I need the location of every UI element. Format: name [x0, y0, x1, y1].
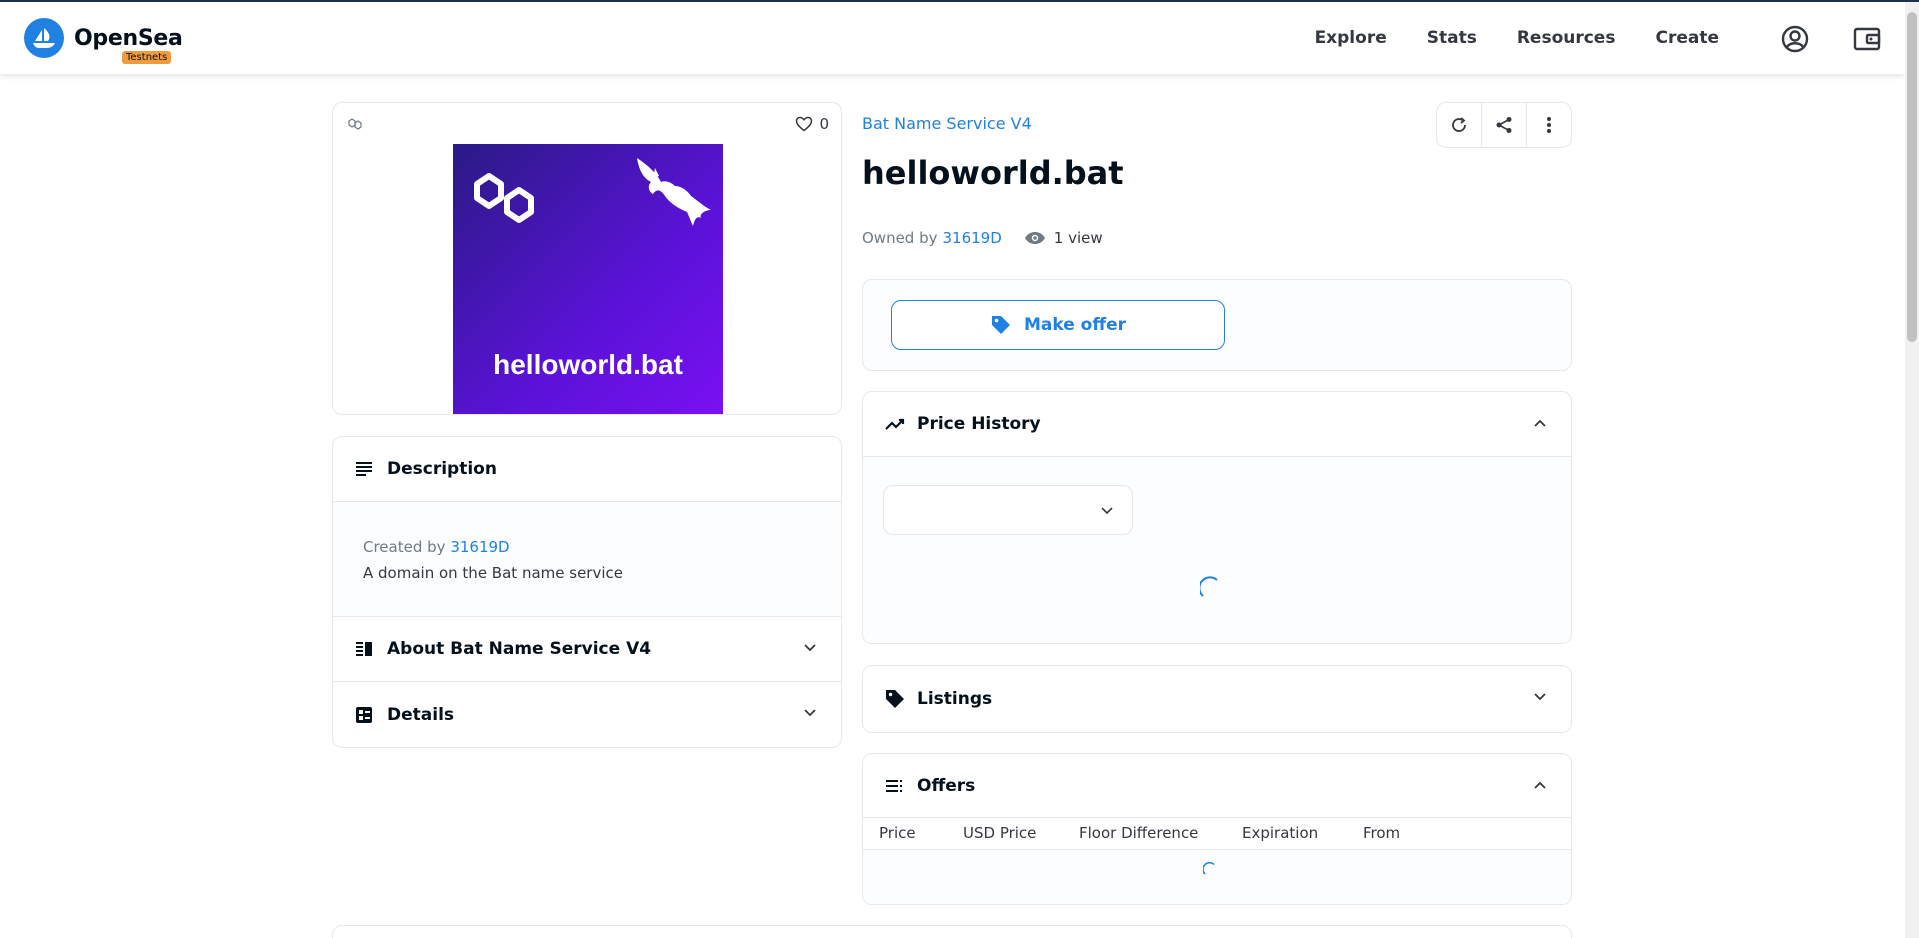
polygon-logo-icon [474, 173, 534, 223]
details-toggle[interactable]: Details [333, 682, 841, 747]
details-icon [355, 705, 375, 725]
chevron-down-icon [1101, 507, 1113, 515]
about-collection-toggle[interactable]: About Bat Name Service V4 [333, 617, 841, 682]
column-from: From [1363, 824, 1401, 842]
created-by-label: Created by [363, 538, 446, 556]
make-offer-label: Make offer [1023, 315, 1127, 335]
listings-toggle[interactable]: Listings [863, 666, 1571, 732]
heart-icon [796, 116, 813, 132]
nav-explore[interactable]: Explore [1315, 28, 1387, 48]
item-actions [1436, 102, 1572, 148]
eye-icon [1024, 232, 1045, 244]
column-usd-price: USD Price [963, 824, 1037, 842]
loading-spinner-icon [1203, 862, 1215, 875]
nav-create[interactable]: Create [1655, 28, 1719, 48]
chevron-down-icon [804, 709, 816, 717]
offers-list-icon [885, 776, 905, 796]
share-button[interactable] [1482, 103, 1527, 147]
details-heading: Details [387, 704, 455, 725]
nav-resources[interactable]: Resources [1517, 28, 1616, 48]
offers-table-body [863, 850, 1571, 904]
owner-link[interactable]: 31619D [943, 229, 1002, 247]
price-history-toggle[interactable]: Price History [863, 392, 1571, 457]
account-icon[interactable] [1780, 24, 1810, 54]
description-text: A domain on the Bat name service [363, 564, 623, 582]
offers-heading: Offers [917, 775, 976, 796]
nft-image[interactable]: helloworld.bat [453, 144, 723, 414]
trending-icon [885, 414, 905, 434]
creator-link[interactable]: 31619D [450, 538, 509, 556]
column-price: Price [879, 824, 916, 842]
offers-table-header: Price USD Price Floor Difference Expirat… [863, 818, 1571, 850]
tag-icon [991, 316, 1010, 334]
activity-panel-partial [332, 925, 1572, 938]
collection-link[interactable]: Bat Name Service V4 [862, 114, 1032, 133]
offers-panel: Offers Price USD Price Floor Difference … [862, 753, 1572, 905]
chevron-down-icon [804, 644, 816, 652]
scrollbar-thumb[interactable] [1907, 12, 1917, 342]
refresh-button[interactable] [1437, 103, 1482, 147]
loading-spinner-icon [1200, 576, 1218, 597]
make-offer-button[interactable]: Make offer [891, 300, 1225, 350]
time-range-select[interactable] [883, 485, 1133, 535]
listings-panel: Listings [862, 665, 1572, 733]
owner-row: Owned by 31619D 1 view [862, 229, 1103, 247]
description-header: Description [333, 437, 841, 502]
polygon-chain-icon [347, 115, 363, 134]
brand-name: OpenSea [74, 25, 183, 51]
offers-toggle[interactable]: Offers [863, 754, 1571, 818]
item-title: helloworld.bat [862, 154, 1124, 192]
price-history-body [863, 457, 1571, 643]
view-count: 1 view [1024, 229, 1103, 247]
about-heading: About Bat Name Service V4 [387, 639, 652, 659]
chevron-up-icon [1534, 781, 1546, 789]
nav-stats[interactable]: Stats [1427, 28, 1477, 48]
more-vertical-icon [1547, 117, 1551, 133]
price-history-panel: Price History [862, 391, 1572, 644]
refresh-icon [1452, 117, 1466, 132]
nft-image-text: helloworld.bat [493, 349, 683, 380]
listings-heading: Listings [917, 689, 993, 709]
views-text: 1 view [1053, 229, 1103, 247]
description-panel: Description Created by 31619D A domain o… [332, 436, 842, 748]
item-media-card: 0 helloworld.bat [332, 102, 842, 415]
about-icon [355, 639, 375, 659]
column-expiration: Expiration [1242, 824, 1319, 842]
description-heading: Description [387, 459, 497, 479]
testnets-badge: Testnets [122, 51, 172, 64]
share-icon [1496, 117, 1512, 133]
chevron-down-icon [1534, 693, 1546, 701]
opensea-ship-icon [24, 18, 64, 58]
tag-icon [885, 689, 905, 709]
description-body: Created by 31619D A domain on the Bat na… [333, 502, 841, 617]
owned-by-label: Owned by [862, 229, 938, 247]
column-floor-difference: Floor Difference [1079, 824, 1199, 842]
page-scrollbar[interactable] [1905, 2, 1919, 938]
bat-icon [637, 158, 711, 226]
description-icon [355, 459, 375, 479]
top-navbar: OpenSea Testnets Explore Stats Resources… [0, 2, 1905, 74]
price-history-heading: Price History [917, 414, 1041, 434]
favorite-button[interactable]: 0 [795, 115, 829, 133]
wallet-icon[interactable] [1852, 24, 1882, 54]
favorite-count: 0 [819, 115, 829, 133]
main-nav: Explore Stats Resources Create [1275, 2, 1719, 74]
more-options-button[interactable] [1527, 103, 1571, 147]
trade-station: Make offer [862, 279, 1572, 371]
chevron-up-icon [1534, 419, 1546, 427]
